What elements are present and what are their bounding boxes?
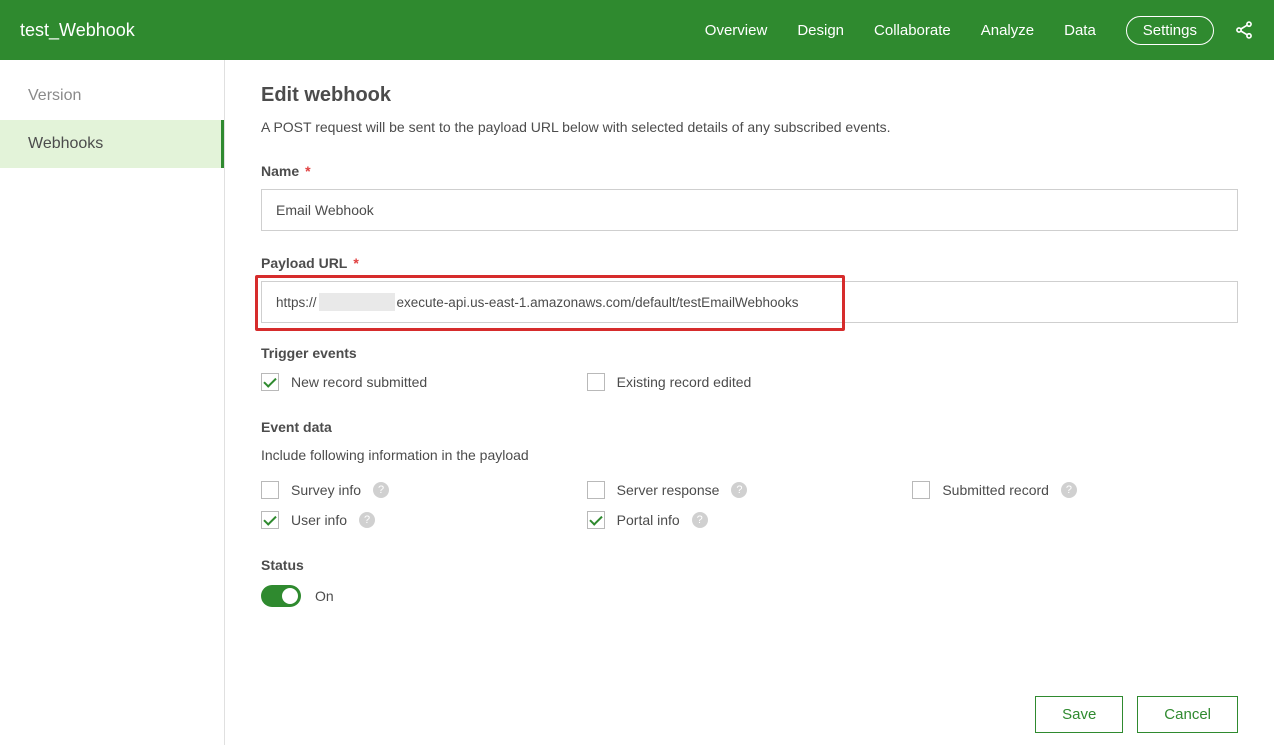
nav-settings[interactable]: Settings bbox=[1126, 16, 1214, 45]
help-icon[interactable]: ? bbox=[373, 482, 389, 498]
nav-design[interactable]: Design bbox=[797, 22, 844, 39]
checkbox-existing-record[interactable] bbox=[587, 373, 605, 391]
name-input[interactable] bbox=[261, 189, 1238, 231]
help-icon[interactable]: ? bbox=[731, 482, 747, 498]
sidebar-item-version[interactable]: Version bbox=[0, 72, 224, 120]
main-content: Edit webhook A POST request will be sent… bbox=[225, 60, 1274, 745]
help-icon[interactable]: ? bbox=[1061, 482, 1077, 498]
help-icon[interactable]: ? bbox=[692, 512, 708, 528]
payload-url-input[interactable]: https:// execute-api.us-east-1.amazonaws… bbox=[261, 281, 1238, 323]
cancel-button[interactable]: Cancel bbox=[1137, 696, 1238, 733]
page-title: Edit webhook bbox=[261, 84, 1238, 107]
name-label: Name * bbox=[261, 163, 1238, 179]
label-server-response: Server response bbox=[617, 482, 720, 498]
checkbox-server-response[interactable] bbox=[587, 481, 605, 499]
nav-data[interactable]: Data bbox=[1064, 22, 1096, 39]
label-survey-info: Survey info bbox=[291, 482, 361, 498]
name-label-text: Name bbox=[261, 163, 299, 179]
checkbox-portal-info[interactable] bbox=[587, 511, 605, 529]
label-user-info: User info bbox=[291, 512, 347, 528]
label-existing-record: Existing record edited bbox=[617, 374, 752, 390]
top-nav: Overview Design Collaborate Analyze Data… bbox=[705, 16, 1254, 45]
payload-label: Payload URL * bbox=[261, 255, 1238, 271]
top-bar: test_Webhook Overview Design Collaborate… bbox=[0, 0, 1274, 60]
nav-overview[interactable]: Overview bbox=[705, 22, 768, 39]
checkbox-survey-info[interactable] bbox=[261, 481, 279, 499]
label-submitted-record: Submitted record bbox=[942, 482, 1049, 498]
required-icon: * bbox=[305, 163, 310, 179]
status-toggle[interactable] bbox=[261, 585, 301, 607]
label-new-record: New record submitted bbox=[291, 374, 427, 390]
checkbox-user-info[interactable] bbox=[261, 511, 279, 529]
save-button[interactable]: Save bbox=[1035, 696, 1123, 733]
help-icon[interactable]: ? bbox=[359, 512, 375, 528]
payload-redacted bbox=[319, 293, 395, 311]
event-data-sub: Include following information in the pay… bbox=[261, 447, 1238, 463]
event-data-label: Event data bbox=[261, 419, 1238, 435]
payload-label-text: Payload URL bbox=[261, 255, 347, 271]
payload-suffix: execute-api.us-east-1.amazonaws.com/defa… bbox=[397, 295, 799, 310]
sidebar: Version Webhooks bbox=[0, 60, 225, 745]
nav-analyze[interactable]: Analyze bbox=[981, 22, 1034, 39]
share-icon[interactable] bbox=[1234, 20, 1254, 40]
payload-url-wrap: https:// execute-api.us-east-1.amazonaws… bbox=[261, 281, 1238, 323]
trigger-events-label: Trigger events bbox=[261, 345, 1238, 361]
page-description: A POST request will be sent to the paylo… bbox=[261, 119, 1238, 135]
payload-prefix: https:// bbox=[276, 295, 317, 310]
status-label: Status bbox=[261, 557, 1238, 573]
app-title: test_Webhook bbox=[20, 20, 705, 41]
label-portal-info: Portal info bbox=[617, 512, 680, 528]
checkbox-submitted-record[interactable] bbox=[912, 481, 930, 499]
sidebar-item-webhooks[interactable]: Webhooks bbox=[0, 120, 224, 168]
nav-collaborate[interactable]: Collaborate bbox=[874, 22, 951, 39]
checkbox-new-record[interactable] bbox=[261, 373, 279, 391]
status-value: On bbox=[315, 588, 334, 604]
required-icon: * bbox=[353, 255, 358, 271]
